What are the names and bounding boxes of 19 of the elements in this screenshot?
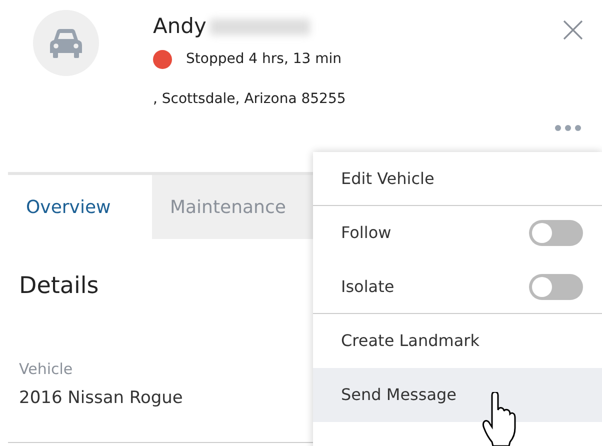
field-label: Vehicle — [19, 358, 73, 380]
menu-item[interactable]: Isolate — [313, 260, 602, 314]
field-value: 2016 Nissan Rogue — [19, 387, 183, 410]
toggle-switch[interactable] — [529, 220, 583, 246]
driver-name: Andy — [153, 14, 206, 38]
menu-item[interactable]: Send Message — [313, 368, 602, 422]
menu-item[interactable]: Edit Vehicle — [313, 152, 602, 206]
close-button[interactable] — [563, 20, 583, 40]
menu-item-label: Isolate — [341, 276, 394, 298]
toggle-switch[interactable] — [529, 274, 583, 300]
car-icon — [48, 28, 84, 58]
menu-item-label: Follow — [341, 222, 392, 244]
section-heading: Details — [19, 272, 99, 301]
address-text: , Scottsdale, Arizona 85255 — [153, 90, 346, 109]
more-button[interactable] — [554, 124, 582, 132]
menu-item[interactable]: Create Landmark — [313, 314, 602, 368]
close-icon — [563, 20, 583, 40]
status-text: Stopped 4 hrs, 13 min — [186, 50, 342, 69]
more-icon — [554, 124, 582, 132]
